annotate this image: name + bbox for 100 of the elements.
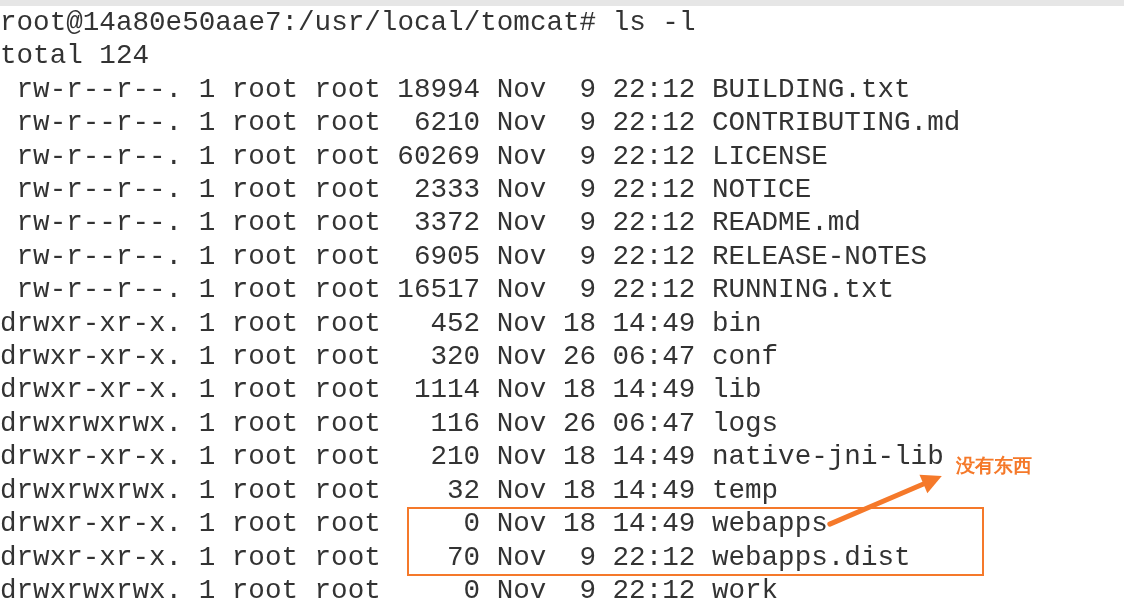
month-text: Nov	[496, 540, 547, 574]
permissions-text: rw-r--r--.	[15, 72, 183, 107]
link-count: 1	[198, 406, 216, 441]
file-size: 32	[446, 473, 481, 508]
permissions-text: drwxr-xr-x.	[0, 306, 183, 341]
link-count: 1	[198, 206, 216, 240]
day-text: 9	[578, 540, 596, 574]
group-text: root	[314, 507, 381, 541]
group-text: root	[314, 173, 381, 207]
group-text: root	[314, 206, 381, 240]
file-size: 0	[462, 507, 481, 541]
file-size: 452	[429, 306, 481, 341]
file-size: 3372	[412, 206, 481, 240]
group-text: root	[314, 573, 381, 608]
month-text: Nov	[496, 573, 547, 608]
group-text: root	[314, 306, 381, 341]
file-name: logs	[711, 406, 779, 441]
day-text: 9	[578, 206, 596, 240]
permissions-text: rw-r--r--.	[15, 239, 183, 274]
owner-text: root	[231, 440, 298, 474]
link-count: 1	[198, 239, 216, 274]
file-name: webapps	[711, 507, 828, 541]
link-count: 1	[198, 473, 216, 508]
output-text: total 124	[0, 39, 150, 73]
owner-text: root	[231, 139, 298, 174]
link-count: 1	[198, 340, 216, 374]
command-text: ls -l	[612, 6, 696, 40]
day-text: 9	[578, 239, 596, 274]
month-text: Nov	[496, 106, 547, 140]
file-size: 6905	[412, 239, 481, 274]
time-text: 22:12	[612, 273, 696, 307]
file-size: 18994	[397, 72, 481, 107]
time-text: 22:12	[612, 573, 696, 608]
link-count: 1	[198, 72, 216, 107]
month-text: Nov	[496, 72, 547, 107]
day-text: 9	[578, 273, 596, 307]
permissions-text: rw-r--r--.	[15, 273, 183, 307]
day-text: 18	[562, 507, 596, 541]
time-text: 22:12	[612, 206, 696, 240]
group-text: root	[314, 340, 381, 374]
permissions-text: rw-r--r--.	[15, 139, 183, 174]
file-size: 210	[429, 440, 481, 474]
month-text: Nov	[496, 340, 547, 374]
file-name: lib	[711, 373, 762, 407]
owner-text: root	[231, 573, 298, 608]
time-text: 22:12	[612, 106, 696, 140]
group-text: root	[314, 473, 381, 508]
link-count: 1	[198, 106, 216, 140]
owner-text: root	[231, 72, 298, 107]
group-text: root	[314, 139, 381, 174]
day-text: 9	[578, 573, 596, 608]
owner-text: root	[231, 239, 298, 274]
time-text: 22:12	[612, 540, 696, 574]
file-size: 2333	[412, 173, 481, 207]
link-count: 1	[198, 440, 216, 474]
permissions-text: drwxr-xr-x.	[0, 507, 183, 541]
group-text: root	[314, 106, 381, 140]
month-text: Nov	[496, 306, 547, 341]
month-text: Nov	[496, 139, 547, 174]
group-text: root	[314, 373, 381, 407]
link-count: 1	[198, 507, 216, 541]
file-name: LICENSE	[711, 139, 828, 174]
link-count: 1	[198, 139, 216, 174]
day-text: 18	[562, 306, 596, 341]
file-name: webapps.dist	[711, 540, 911, 574]
group-text: root	[314, 72, 381, 107]
month-text: Nov	[496, 507, 547, 541]
month-text: Nov	[496, 440, 547, 474]
month-text: Nov	[496, 406, 547, 441]
time-text: 14:49	[612, 440, 696, 474]
link-count: 1	[198, 540, 216, 574]
month-text: Nov	[496, 239, 547, 274]
month-text: Nov	[496, 273, 547, 307]
day-text: 9	[578, 72, 596, 107]
day-text: 18	[562, 473, 596, 508]
permissions-text: drwxrwxrwx.	[0, 473, 183, 508]
day-text: 18	[562, 440, 596, 474]
permissions-text: drwxr-xr-x.	[0, 540, 183, 574]
file-name: conf	[711, 340, 779, 374]
time-text: 14:49	[612, 507, 696, 541]
owner-text: root	[231, 473, 298, 508]
owner-text: root	[231, 206, 298, 240]
owner-text: root	[231, 340, 298, 374]
permissions-text: drwxrwxrwx.	[0, 573, 183, 608]
month-text: Nov	[496, 206, 547, 240]
time-text: 22:12	[612, 239, 696, 274]
file-size: 6210	[412, 106, 481, 140]
permissions-text: rw-r--r--.	[15, 106, 183, 140]
file-name: README.md	[711, 206, 861, 240]
owner-text: root	[231, 306, 298, 341]
file-size: 16517	[397, 273, 481, 307]
day-text: 9	[578, 173, 596, 207]
file-name: work	[711, 573, 779, 608]
file-name: temp	[711, 473, 779, 508]
owner-text: root	[231, 507, 298, 541]
time-text: 14:49	[612, 473, 696, 508]
link-count: 1	[198, 173, 216, 207]
day-text: 26	[562, 406, 596, 441]
permissions-text: drwxr-xr-x.	[0, 340, 183, 374]
group-text: root	[314, 406, 381, 441]
